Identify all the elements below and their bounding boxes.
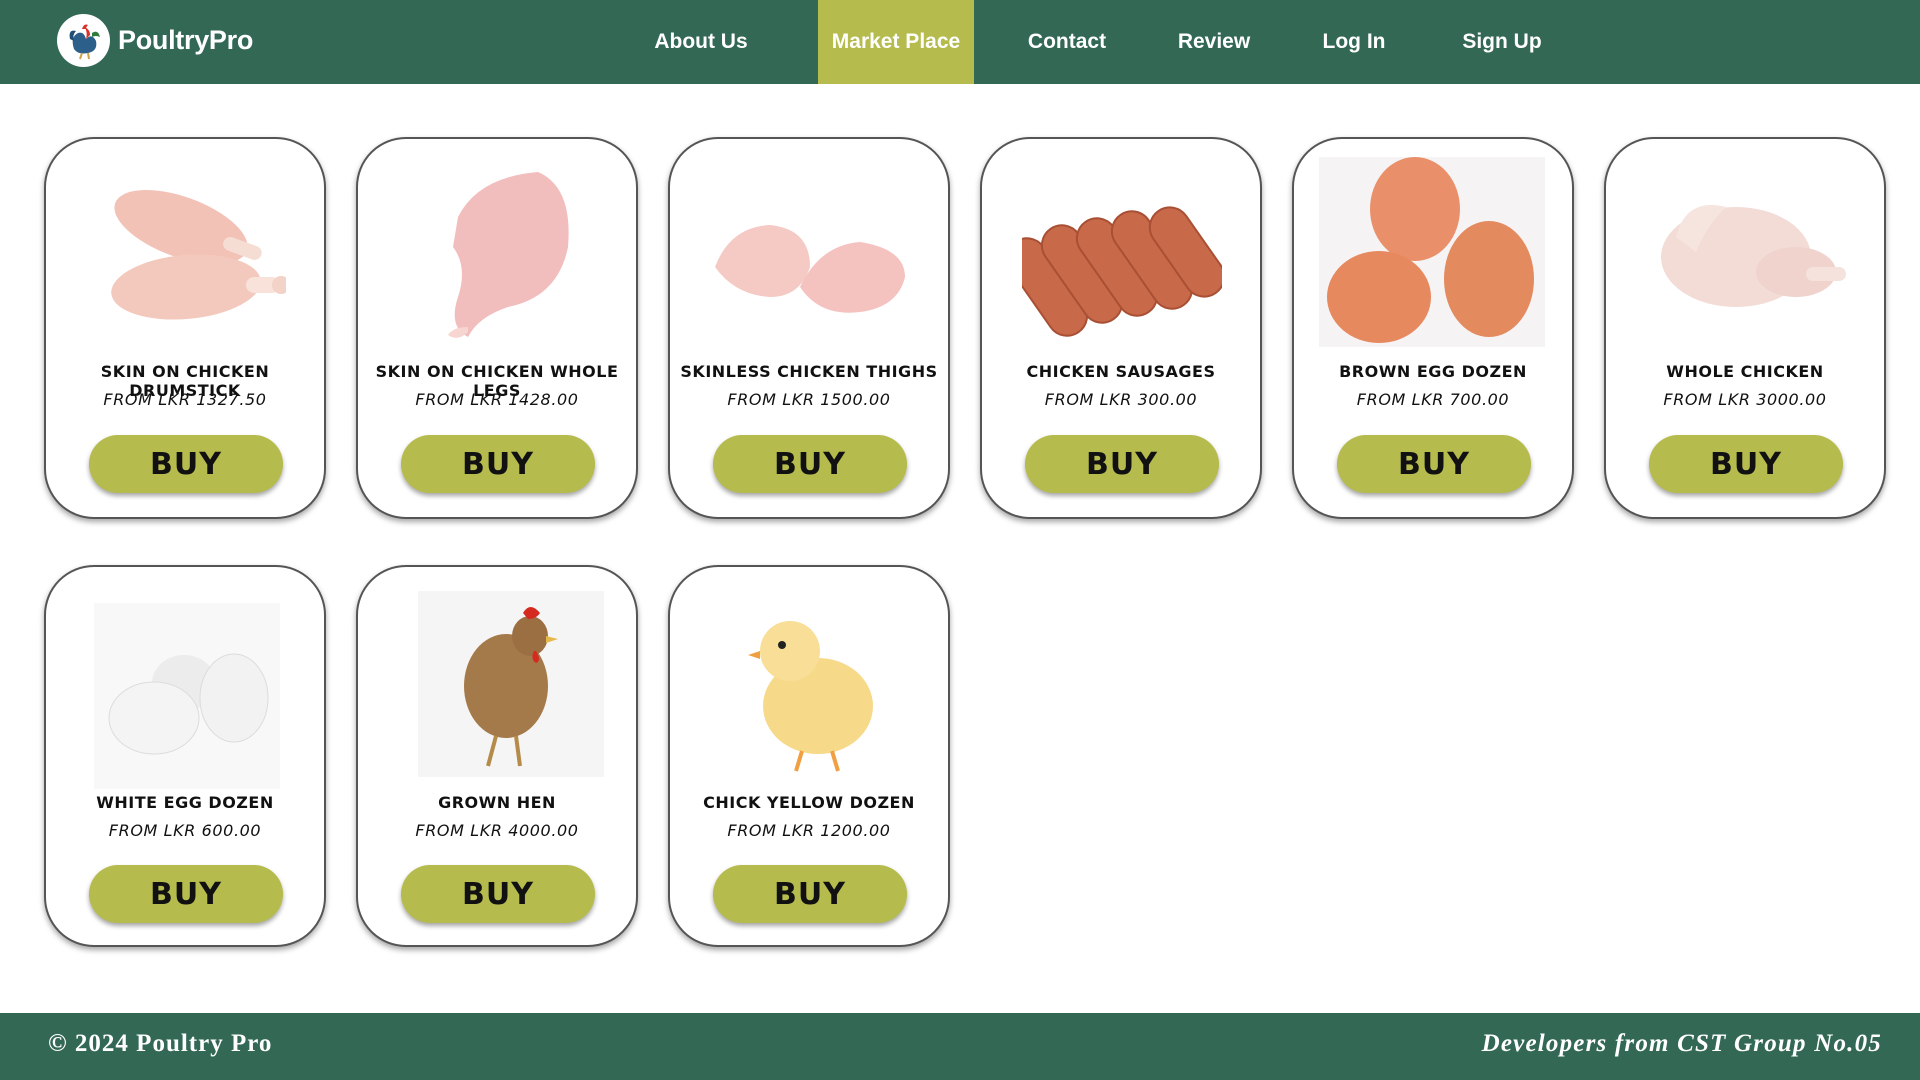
buy-button[interactable]: BUY bbox=[89, 435, 283, 493]
product-card: BROWN EGG DOZEN FROM LKR 700.00 BUY bbox=[1292, 137, 1574, 519]
rooster-icon bbox=[57, 14, 110, 67]
top-navbar: PoultryPro About Us Market Place Contact… bbox=[0, 0, 1920, 84]
product-price: FROM LKR 1500.00 bbox=[727, 390, 891, 409]
buy-button[interactable]: BUY bbox=[1025, 435, 1219, 493]
hen-image bbox=[418, 591, 604, 777]
brown-eggs-image bbox=[1319, 157, 1545, 347]
product-price: FROM LKR 700.00 bbox=[1356, 390, 1510, 409]
product-title: CHICKEN SAUSAGES bbox=[1026, 362, 1216, 381]
thighs-image bbox=[710, 157, 910, 347]
product-title: GROWN HEN bbox=[438, 793, 556, 812]
whole-chicken-image bbox=[1646, 157, 1846, 347]
nav-label: Review bbox=[1177, 30, 1251, 53]
nav-review[interactable]: Review bbox=[1144, 0, 1284, 84]
buy-button[interactable]: BUY bbox=[1649, 435, 1843, 493]
whole-leg-image bbox=[398, 157, 598, 347]
footer-copyright: © 2024 Poultry Pro bbox=[48, 1030, 273, 1057]
product-price: FROM LKR 300.00 bbox=[1044, 390, 1198, 409]
sausages-image bbox=[1022, 157, 1222, 347]
product-title: CHICK YELLOW DOZEN bbox=[703, 793, 915, 812]
nav-label: About Us bbox=[654, 30, 748, 53]
buy-button[interactable]: BUY bbox=[89, 865, 283, 923]
product-title: SKINLESS CHICKEN THIGHS bbox=[680, 362, 938, 381]
nav-about-us[interactable]: About Us bbox=[620, 0, 782, 84]
buy-button[interactable]: BUY bbox=[713, 865, 907, 923]
product-price: FROM LKR 600.00 bbox=[108, 821, 262, 840]
nav-contact[interactable]: Contact bbox=[990, 0, 1144, 84]
nav-label: Contact bbox=[1027, 30, 1107, 53]
product-price: FROM LKR 1327.50 bbox=[103, 390, 267, 409]
product-card: GROWN HEN FROM LKR 4000.00 BUY bbox=[356, 565, 638, 947]
nav-label: Market Place bbox=[831, 30, 961, 53]
product-title: WHITE EGG DOZEN bbox=[96, 793, 274, 812]
drumstick-image bbox=[86, 157, 286, 347]
product-card: WHOLE CHICKEN FROM LKR 3000.00 BUY bbox=[1604, 137, 1886, 519]
product-price: FROM LKR 4000.00 bbox=[415, 821, 579, 840]
nav-label: Sign Up bbox=[1462, 30, 1542, 53]
brand-logo-link[interactable]: PoultryPro bbox=[57, 14, 253, 67]
product-card: CHICKEN SAUSAGES FROM LKR 300.00 BUY bbox=[980, 137, 1262, 519]
footer-credits: Developers from CST Group No.05 bbox=[1481, 1030, 1882, 1057]
product-title: BROWN EGG DOZEN bbox=[1339, 362, 1527, 381]
footer: © 2024 Poultry Pro Developers from CST G… bbox=[0, 1013, 1920, 1080]
buy-button[interactable]: BUY bbox=[713, 435, 907, 493]
product-price: FROM LKR 1428.00 bbox=[415, 390, 579, 409]
buy-button[interactable]: BUY bbox=[401, 435, 595, 493]
white-eggs-image bbox=[94, 603, 280, 789]
product-card: SKIN ON CHICKEN DRUMSTICK FROM LKR 1327.… bbox=[44, 137, 326, 519]
nav-label: Log In bbox=[1322, 30, 1386, 53]
nav-log-in[interactable]: Log In bbox=[1289, 0, 1419, 84]
product-price: FROM LKR 1200.00 bbox=[727, 821, 891, 840]
main-nav: About Us Market Place Contact Review Log… bbox=[620, 0, 1577, 84]
nav-market-place[interactable]: Market Place bbox=[818, 0, 974, 84]
nav-sign-up[interactable]: Sign Up bbox=[1427, 0, 1577, 84]
product-price: FROM LKR 3000.00 bbox=[1663, 390, 1827, 409]
product-title: WHOLE CHICKEN bbox=[1666, 362, 1824, 381]
product-card: CHICK YELLOW DOZEN FROM LKR 1200.00 BUY bbox=[668, 565, 950, 947]
brand-name: PoultryPro bbox=[118, 25, 254, 55]
product-card: WHITE EGG DOZEN FROM LKR 600.00 BUY bbox=[44, 565, 326, 947]
buy-button[interactable]: BUY bbox=[401, 865, 595, 923]
product-card: SKIN ON CHICKEN WHOLE LEGS FROM LKR 1428… bbox=[356, 137, 638, 519]
product-card: SKINLESS CHICKEN THIGHS FROM LKR 1500.00… bbox=[668, 137, 950, 519]
chick-image bbox=[710, 591, 910, 777]
buy-button[interactable]: BUY bbox=[1337, 435, 1531, 493]
